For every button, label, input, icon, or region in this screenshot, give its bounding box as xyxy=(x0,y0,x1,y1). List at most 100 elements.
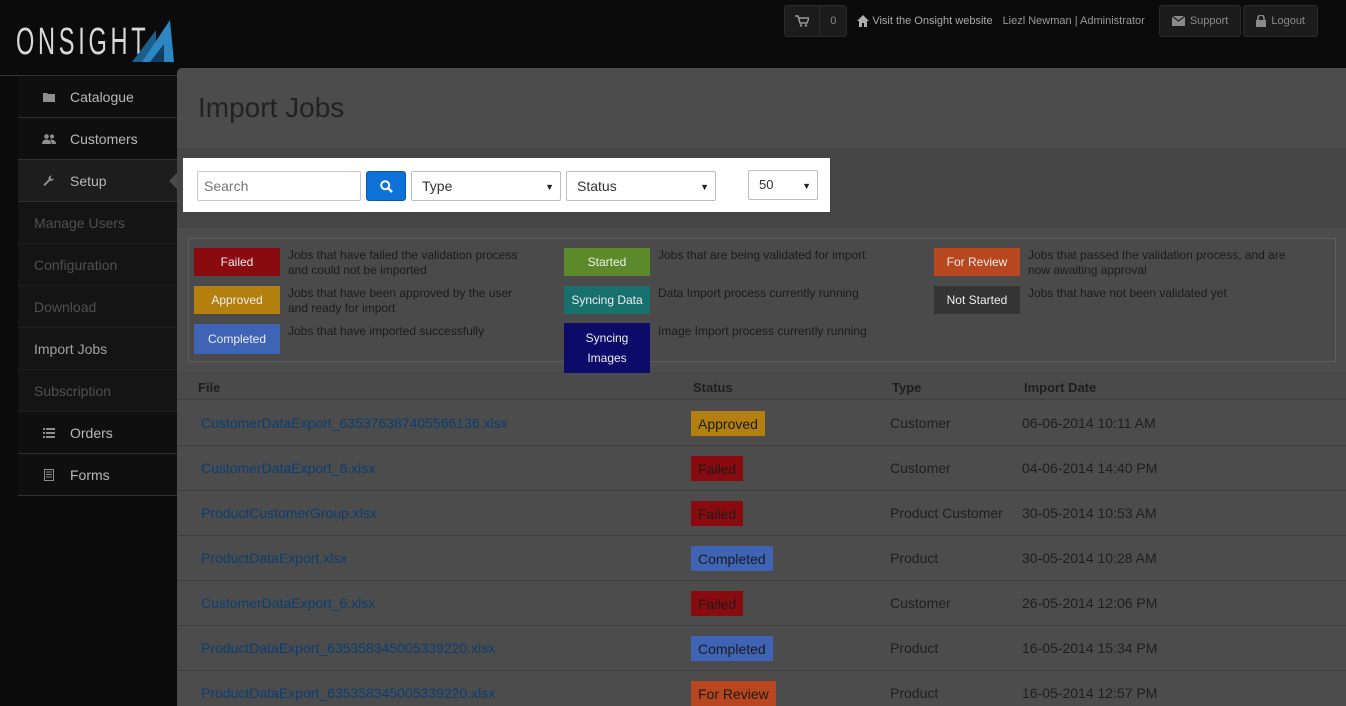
search-icon xyxy=(379,179,393,193)
legend-text-syncing-images: Image Import process currently running xyxy=(658,324,867,338)
logout-label: Logout xyxy=(1271,15,1305,27)
legend-text-approved: Jobs that have been approved by the user… xyxy=(288,286,513,315)
sidebar-item-label: Setup xyxy=(70,172,107,189)
table-header: File Status Type Import Date xyxy=(177,372,1346,400)
legend-text-completed: Jobs that have imported successfully xyxy=(288,324,485,338)
sidebar: Catalogue Customers Setup Manage Users C… xyxy=(18,76,178,496)
import-date: 16-05-2014 15:34 PM xyxy=(1022,640,1158,656)
status-badge: Completed xyxy=(691,636,773,661)
table-row[interactable]: CustomerDataExport_635376387405566136.xl… xyxy=(177,401,1346,446)
search-input[interactable] xyxy=(197,171,361,201)
sidebar-subitem-subscription[interactable]: Subscription xyxy=(18,370,177,412)
status-badge: Completed xyxy=(691,546,773,571)
import-date: 30-05-2014 10:53 AM xyxy=(1022,505,1157,521)
sidebar-item-label: Catalogue xyxy=(70,88,134,105)
table-row[interactable]: ProductDataExport_635358345005339220.xls… xyxy=(177,671,1346,706)
cart-icon xyxy=(785,6,819,36)
sidebar-item-forms[interactable]: Forms xyxy=(18,454,177,496)
logout-button[interactable]: Logout xyxy=(1243,5,1318,37)
page-size-value: 50 xyxy=(759,177,774,192)
sidebar-subitem-download[interactable]: Download xyxy=(18,286,177,328)
file-link[interactable]: ProductDataExport_635358345005339220.xls… xyxy=(201,640,495,656)
import-date: 04-06-2014 14:40 PM xyxy=(1022,460,1158,476)
job-type: Customer xyxy=(890,460,951,476)
column-header-file[interactable]: File xyxy=(198,380,220,395)
search-button[interactable] xyxy=(366,171,406,201)
status-badge: For Review xyxy=(691,681,776,706)
page-title: Import Jobs xyxy=(198,92,345,123)
sidebar-item-customers[interactable]: Customers xyxy=(18,118,177,160)
import-date: 30-05-2014 10:28 AM xyxy=(1022,550,1157,566)
document-icon xyxy=(42,468,56,481)
legend-text-not-started: Jobs that have not been validated yet xyxy=(1028,286,1227,300)
job-type: Product xyxy=(890,550,939,566)
users-icon xyxy=(42,133,56,144)
legend-badge-approved: Approved xyxy=(194,286,280,314)
cart-button[interactable]: 0 xyxy=(784,5,848,37)
list-icon xyxy=(42,427,56,438)
sidebar-subitem-configuration[interactable]: Configuration xyxy=(18,244,177,286)
sidebar-item-label: Forms xyxy=(70,466,110,483)
file-link[interactable]: ProductDataExport.xlsx xyxy=(201,550,347,566)
column-header-status[interactable]: Status xyxy=(693,380,733,395)
import-date: 26-05-2014 12:06 PM xyxy=(1022,595,1158,611)
sidebar-item-orders[interactable]: Orders xyxy=(18,412,177,454)
legend-text-started: Jobs that are being validated for import xyxy=(658,248,866,262)
table-row[interactable]: CustomerDataExport_6.xlsx Failed Customer 0… xyxy=(177,446,1346,491)
legend-text-syncing-data: Data Import process currently running xyxy=(658,286,859,300)
legend-text-for-review: Jobs that passed the validation process,… xyxy=(1028,248,1286,277)
status-legend: Failed Jobs that have failed the validat… xyxy=(188,238,1336,373)
support-button[interactable]: Support xyxy=(1158,5,1242,37)
sidebar-item-label: Orders xyxy=(70,424,113,441)
status-badge: Failed xyxy=(691,591,744,616)
home-icon xyxy=(857,15,870,27)
visit-website-label: Visit the Onsight website xyxy=(872,15,993,27)
table-row[interactable]: ProductCustomerGroup.xlsx Failed Product C… xyxy=(177,491,1346,536)
wrench-icon xyxy=(42,175,56,187)
status-badge: Failed xyxy=(691,501,744,526)
page-size-select[interactable]: 50 ▼ xyxy=(748,170,818,200)
table-row[interactable]: ProductDataExport_635358345005339220.xls… xyxy=(177,626,1346,671)
job-type: Customer xyxy=(890,415,951,431)
type-select-value: Type xyxy=(422,178,453,194)
legend-badge-failed: Failed xyxy=(194,248,280,276)
type-select[interactable]: Type ▼ xyxy=(411,171,561,201)
table-row[interactable]: CustomerDataExport_6.xlsx Failed Customer 2… xyxy=(177,581,1346,626)
status-select-value: Status xyxy=(577,178,617,194)
onsight-logo[interactable]: ONSIGHT xyxy=(16,18,231,66)
sidebar-item-catalogue[interactable]: Catalogue xyxy=(18,76,177,118)
top-bar: 0 Visit the Onsight website Liezl Newman… xyxy=(784,5,1318,37)
sidebar-item-setup[interactable]: Setup xyxy=(18,160,178,202)
sidebar-item-label: Customers xyxy=(70,130,138,147)
filter-bar: Type ▼ Status ▼ 50 ▼ xyxy=(183,158,830,212)
column-header-import-date[interactable]: Import Date xyxy=(1024,380,1096,395)
legend-badge-syncing-images: Syncing Images xyxy=(564,323,650,373)
file-link[interactable]: CustomerDataExport_635376387405566136.xl… xyxy=(201,415,508,431)
sidebar-subitem-manage-users[interactable]: Manage Users xyxy=(18,202,177,244)
file-link[interactable]: CustomerDataExport_6.xlsx xyxy=(201,595,375,611)
file-link[interactable]: CustomerDataExport_6.xlsx xyxy=(201,460,375,476)
job-type: Customer xyxy=(890,595,951,611)
chevron-down-icon: ▼ xyxy=(700,182,709,192)
lock-icon xyxy=(1256,15,1267,27)
logo-mark-icon xyxy=(132,20,174,62)
file-link[interactable]: ProductCustomerGroup.xlsx xyxy=(201,505,377,521)
main-panel: Import Jobs Type ▼ Status ▼ 50 ▼ Failed … xyxy=(177,68,1346,706)
file-link[interactable]: ProductDataExport_635358345005339220.xls… xyxy=(201,685,495,701)
status-badge: Approved xyxy=(691,411,765,436)
import-date: 06-06-2014 10:11 AM xyxy=(1022,415,1156,431)
import-date: 16-05-2014 12:57 PM xyxy=(1022,685,1158,701)
job-type: Product xyxy=(890,685,939,701)
table-row[interactable]: ProductDataExport.xlsx Completed Product 30… xyxy=(177,536,1346,581)
column-header-type[interactable]: Type xyxy=(892,380,921,395)
cart-count: 0 xyxy=(819,6,846,36)
user-info: Liezl Newman | Administrator xyxy=(1002,15,1145,27)
sidebar-subitem-import-jobs[interactable]: Import Jobs xyxy=(18,328,177,370)
visit-website-link[interactable]: Visit the Onsight website xyxy=(857,15,993,27)
chevron-down-icon: ▼ xyxy=(545,182,554,192)
legend-badge-completed: Completed xyxy=(194,324,280,354)
support-label: Support xyxy=(1189,15,1229,27)
envelope-icon xyxy=(1171,16,1185,26)
status-select[interactable]: Status ▼ xyxy=(566,171,716,201)
job-type: Product xyxy=(890,640,939,656)
